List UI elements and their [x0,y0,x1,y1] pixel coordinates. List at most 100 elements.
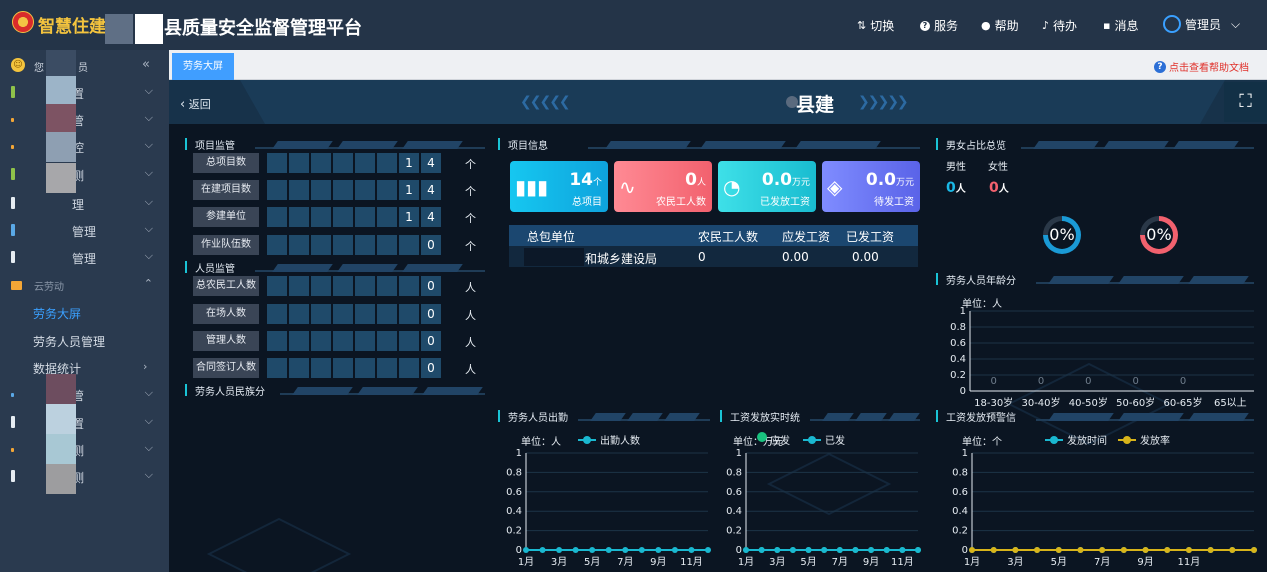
message-icon: ▪ [1103,19,1111,32]
series-point[interactable] [899,547,906,553]
sidebar-item-5[interactable]: 理 ⌵ [0,191,169,217]
series-point[interactable] [638,547,645,553]
series-point[interactable] [605,547,612,553]
sidebar-sub-labor-personnel[interactable]: 劳务人员管理 [33,333,105,350]
sidebar-group-labor[interactable]: 云劳动 ⌃ [0,273,169,299]
sidebar-item-4[interactable]: 测 ⌵ [0,162,169,188]
series-point[interactable] [1099,547,1106,553]
series-point[interactable] [1251,547,1257,553]
sidebar-item-8[interactable]: 管 ⌵ [0,382,169,408]
series-point[interactable] [589,547,596,553]
switch-button[interactable]: ⇅ 切换 [857,17,894,34]
sidebar-item-3[interactable]: 控 ⌵ [0,134,169,160]
project_supervision-digits: 0 [267,235,441,255]
section-title: 劳务人员年龄分 [946,276,1016,287]
series-point[interactable] [688,547,695,553]
redacted-block [46,163,76,193]
series-point[interactable] [1077,547,1084,553]
series-point[interactable] [1142,547,1149,553]
user-menu[interactable]: 管理员 ⌵ [1163,15,1240,33]
series-point[interactable] [1164,547,1171,553]
message-button[interactable]: ▪ 消息 [1103,17,1138,34]
sidebar-item-2[interactable]: 管 ⌵ [0,107,169,133]
service-button[interactable]: ? 服务 [920,17,958,34]
series-point[interactable] [915,547,921,553]
series-point[interactable] [705,547,711,553]
section-header-ethnic: 劳务人员民族分 [185,383,485,398]
help-button[interactable]: ● 帮助 [981,17,1019,34]
sidebar-item-9[interactable]: 置 ⌵ [0,410,169,436]
chart-axes: 0 0.2 0.4 0.6 0.8 1 [952,448,1254,556]
y-tick-label: 1 [960,306,966,317]
series-point[interactable] [523,547,529,553]
series-point[interactable] [622,547,629,553]
series-point[interactable] [1229,547,1236,553]
series-point[interactable] [1185,547,1192,553]
menu-icon [11,145,14,149]
back-button[interactable]: ‹ 返回 [180,96,211,112]
question-icon: ? [920,20,930,31]
male-count-value: 0 [946,180,956,196]
fullscreen-button[interactable]: ⛶ [1224,82,1267,122]
section-header-personnel: 人员监管 [185,260,485,275]
chevrons-left-decoration: ❮❮❮❮❮ [520,94,571,110]
series-point[interactable] [1207,547,1214,553]
series-point[interactable] [1012,547,1019,553]
tab-labor-screen[interactable]: 劳务大屏 [172,53,234,80]
chevrons-right-decoration: ❯❯❯❯❯ [858,94,909,110]
personnel_supervision-digits: 0 [267,276,441,296]
sidebar-item-6[interactable]: 管理 ⌵ [0,218,169,244]
series-point[interactable] [655,547,662,553]
series-point[interactable] [572,547,579,553]
x-tick-label: 7月 [1094,556,1110,568]
sidebar-item-1[interactable]: 置 ⌵ [0,80,169,106]
digit-cell [355,358,375,378]
redacted-block [135,14,163,44]
sidebar-sub-labor-screen[interactable]: 劳务大屏 [33,305,81,322]
migrant-workers-card[interactable]: ∿ 0人 农民工人数 [614,161,712,212]
series-point[interactable] [789,547,796,553]
sidebar-item-11[interactable]: 测 ⌵ [0,464,169,490]
series-point[interactable] [758,547,765,553]
sidebar-item-7[interactable]: 管理 ⌵ [0,245,169,271]
help-doc-link[interactable]: ? 点击查看帮助文档 [1154,59,1249,74]
digit-cell: 1 [399,207,419,227]
digit-cell [333,207,353,227]
paid-wage-card[interactable]: ◔ 0.0万元 已发放工资 [718,161,816,212]
series-point[interactable] [868,547,875,553]
series-point[interactable] [990,547,997,553]
series-point[interactable] [774,547,781,553]
contractor-table: 总包单位 农民工人数 应发工资 已发工资 和城乡建设局 0 0.00 0.00 [509,225,918,267]
digit-cell [399,358,419,378]
pending-wage-card[interactable]: ◈ 0.0万元 待发工资 [822,161,920,212]
digit-cell [289,331,309,351]
series-point[interactable] [805,547,812,553]
digit-cell: 4 [421,180,441,200]
series-point[interactable] [883,547,890,553]
sidebar-item-10[interactable]: 测 ⌵ [0,437,169,463]
series-point[interactable] [743,547,749,553]
help-doc-label: 点击查看帮助文档 [1169,63,1249,74]
series-point[interactable] [539,547,546,553]
x-tick-label: 40-50岁 [1069,396,1108,409]
total-projects-card[interactable]: ▮▮▮ 14个 总项目 [510,161,608,212]
y-tick-label: 0.2 [726,526,742,537]
collapse-sidebar-button[interactable]: « [142,57,150,72]
card-value: 0人 [685,170,706,190]
menu-icon [11,393,14,397]
todo-button[interactable]: ♪ 待办 [1042,17,1077,34]
y-tick-label: 0.2 [952,526,968,537]
series-point[interactable] [836,547,843,553]
project_supervision-unit: 个 [465,185,476,198]
series-point[interactable] [852,547,859,553]
x-tick-label: 11月 [1178,556,1201,568]
series-point[interactable] [556,547,563,553]
series-point[interactable] [671,547,678,553]
bell-icon: ♪ [1042,19,1050,32]
series-point[interactable] [1120,547,1127,553]
series-point[interactable] [969,547,975,553]
series-point[interactable] [1055,547,1062,553]
series-point[interactable] [1034,547,1041,553]
digit-cell [267,153,287,173]
series-point[interactable] [821,547,828,553]
